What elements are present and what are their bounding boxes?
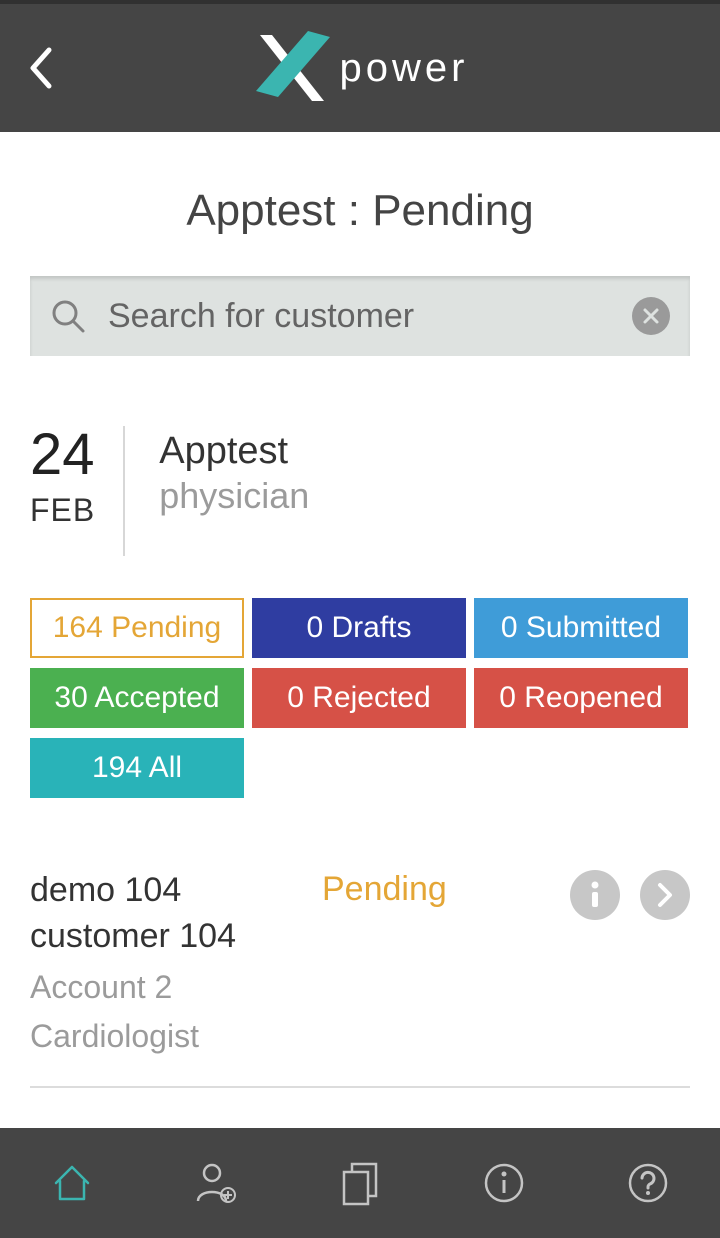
filter-pending[interactable]: 164 Pending — [30, 598, 244, 658]
item-status: Pending — [322, 868, 558, 909]
nav-add-user[interactable] — [186, 1153, 246, 1213]
item-detail-button[interactable] — [640, 870, 690, 920]
chevron-right-icon — [655, 881, 675, 909]
customer-list: demo 104 customer 104 Account 2 Cardiolo… — [30, 868, 690, 1088]
filter-accepted[interactable]: 30 Accepted — [30, 668, 244, 728]
filter-all[interactable]: 194 All — [30, 738, 244, 798]
record-header: 24 FEB Apptest physician — [30, 426, 690, 556]
info-circle-icon — [482, 1161, 526, 1205]
app-header: power — [0, 4, 720, 132]
info-icon — [584, 880, 606, 910]
brand-logo: power — [252, 29, 469, 107]
nav-home[interactable] — [42, 1153, 102, 1213]
nav-help[interactable] — [618, 1153, 678, 1213]
search-input[interactable] — [108, 297, 610, 336]
item-specialty: Cardiologist — [30, 1015, 310, 1058]
clear-search-button[interactable] — [632, 297, 670, 335]
help-icon — [626, 1161, 670, 1205]
record-name: Apptest — [159, 430, 309, 473]
filter-grid: 164 Pending 0 Drafts 0 Submitted 30 Acce… — [30, 598, 690, 798]
date-block: 24 FEB — [30, 426, 123, 556]
filter-submitted[interactable]: 0 Submitted — [474, 598, 688, 658]
page-title: Apptest : Pending — [0, 186, 720, 236]
close-icon — [642, 307, 660, 325]
info-button[interactable] — [570, 870, 620, 920]
item-account: Account 2 — [30, 966, 310, 1009]
date-month: FEB — [30, 492, 95, 529]
filter-reopened[interactable]: 0 Reopened — [474, 668, 688, 728]
x-logo-icon — [252, 29, 332, 107]
filter-rejected[interactable]: 0 Rejected — [252, 668, 466, 728]
brand-text: power — [340, 46, 469, 91]
record-role: physician — [159, 475, 309, 517]
back-button[interactable] — [16, 43, 66, 93]
search-icon — [50, 298, 86, 334]
add-user-icon — [192, 1159, 240, 1207]
nav-documents[interactable] — [330, 1153, 390, 1213]
nav-info[interactable] — [474, 1153, 534, 1213]
documents-icon — [338, 1160, 382, 1206]
list-item[interactable]: demo 104 customer 104 Account 2 Cardiolo… — [30, 868, 690, 1088]
date-day: 24 — [30, 426, 95, 484]
search-bar — [30, 276, 690, 356]
item-name-line1: demo 104 — [30, 868, 310, 914]
home-icon — [50, 1161, 94, 1205]
chevron-left-icon — [27, 46, 55, 90]
item-name-line2: customer 104 — [30, 914, 310, 960]
bottom-nav — [0, 1128, 720, 1238]
vertical-separator — [123, 426, 125, 556]
filter-drafts[interactable]: 0 Drafts — [252, 598, 466, 658]
